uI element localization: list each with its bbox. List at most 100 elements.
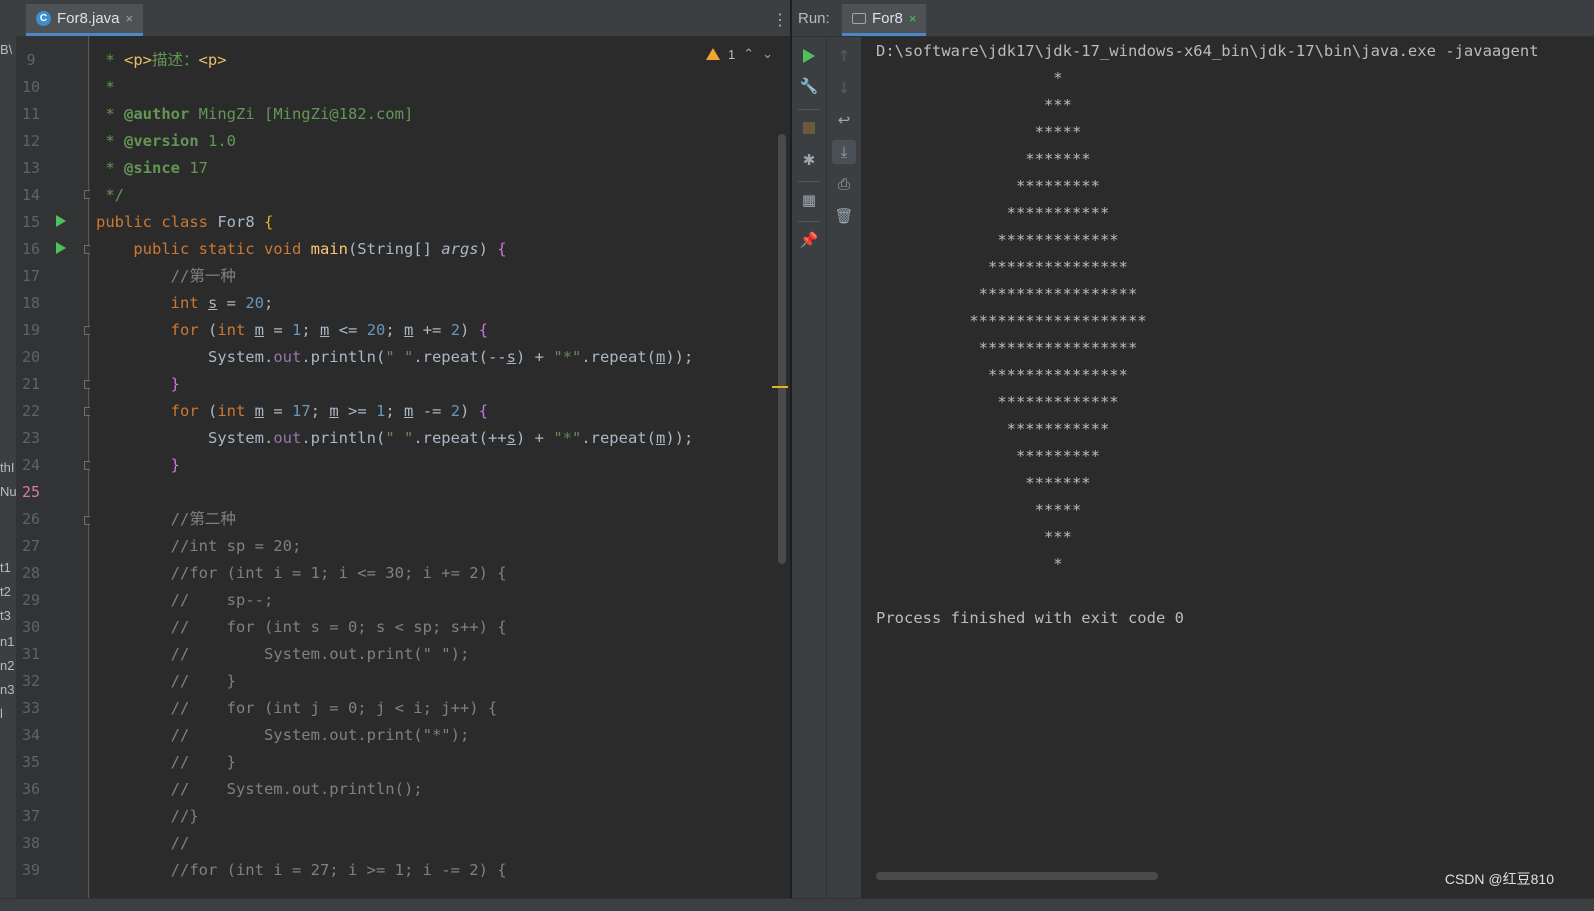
- layout-icon[interactable]: ▦: [800, 191, 818, 209]
- chevron-up-icon[interactable]: ⌃: [743, 46, 754, 62]
- code-line: //for (int i = 1; i <= 30; i += 2) {: [170, 564, 507, 582]
- scroll-to-end-icon[interactable]: ⤓: [832, 140, 856, 164]
- line-number: 38: [21, 834, 41, 852]
- run-toolbar-secondary: ↑ ↓ ↩ ⤓ ⎙ 🗑: [827, 37, 862, 898]
- console-output-line: *: [876, 69, 1063, 87]
- code-line: // for (int j = 0; j < i; j++) {: [170, 699, 498, 717]
- console-output-line: *********: [876, 447, 1100, 465]
- line-number: 33: [21, 699, 41, 717]
- project-fragment: n1: [0, 634, 15, 649]
- console-output-line: *************: [876, 393, 1119, 411]
- run-tab-label: For8: [872, 10, 903, 27]
- stop-icon[interactable]: [800, 119, 818, 137]
- console-output-line: *: [876, 555, 1063, 573]
- pin-icon[interactable]: 📌: [800, 231, 819, 249]
- code-line: */: [96, 186, 124, 204]
- project-fragment: Nu: [0, 484, 16, 499]
- line-number: 39: [21, 861, 41, 879]
- line-number: 21: [21, 375, 41, 393]
- code-line: *: [96, 78, 115, 96]
- line-number: 35: [21, 753, 41, 771]
- code-line: public static void main(String[] args) {: [133, 240, 507, 258]
- project-fragment: B\: [0, 42, 13, 57]
- line-number: 36: [21, 780, 41, 798]
- line-number: 23: [21, 429, 41, 447]
- code-line: }: [170, 375, 180, 393]
- wrench-icon[interactable]: 🔧: [800, 77, 819, 95]
- code-line: * @since 17: [96, 159, 208, 177]
- code-line: int s = 20;: [170, 294, 274, 312]
- tab-run-for8[interactable]: For8 ×: [842, 4, 927, 36]
- console-icon: [852, 13, 866, 24]
- tab-for8-java[interactable]: C For8.java ×: [26, 4, 144, 36]
- console-output-line: ***********: [876, 420, 1110, 438]
- line-number: 34: [21, 726, 41, 744]
- rerun-icon[interactable]: [800, 47, 818, 65]
- soft-wrap-icon[interactable]: ↩: [835, 111, 853, 129]
- code-line: * <p>描述：<p>: [96, 51, 227, 69]
- project-fragment: n2: [0, 658, 15, 673]
- code-line: for (int m = 1; m <= 20; m += 2) {: [170, 321, 489, 339]
- chevron-down-icon[interactable]: ⌄: [762, 46, 773, 62]
- code-line: public class For8 {: [96, 213, 274, 231]
- line-number: 19: [21, 321, 41, 339]
- console-output-line: Process finished with exit code 0: [876, 609, 1184, 627]
- code-line: //int sp = 20;: [170, 537, 302, 555]
- inspection-widget[interactable]: 1 ⌃ ⌄: [706, 46, 773, 62]
- code-line: //第一种: [170, 267, 236, 285]
- run-main-icon[interactable]: [56, 242, 66, 254]
- code-line: //}: [170, 807, 199, 825]
- scrollbar-warning-mark[interactable]: [772, 386, 788, 388]
- line-number: 10: [21, 78, 41, 96]
- console-output-line: *******************: [876, 312, 1147, 330]
- console-output-line: *******: [876, 474, 1091, 492]
- code-editor[interactable]: * <p>描述：<p> * * @author MingZi [MingZi@1…: [90, 36, 790, 898]
- arrow-up-icon[interactable]: ↑: [835, 47, 853, 65]
- toolbar-separator: [798, 181, 820, 182]
- console-command-line: D:\software\jdk17\jdk-17_windows-x64_bin…: [876, 42, 1539, 60]
- arrow-down-icon[interactable]: ↓: [835, 79, 853, 97]
- line-number: 18: [21, 294, 41, 312]
- code-line: //for (int i = 27; i >= 1; i -= 2) {: [170, 861, 507, 879]
- close-icon[interactable]: ×: [126, 11, 134, 26]
- console-output-line: ***************: [876, 258, 1128, 276]
- project-fragment: thI: [0, 460, 15, 475]
- editor-scrollbar[interactable]: [778, 134, 786, 564]
- line-number: 25: [21, 483, 41, 501]
- line-number: 32: [21, 672, 41, 690]
- java-class-icon: C: [36, 11, 51, 26]
- project-fragment: l: [0, 706, 3, 721]
- code-line: // }: [170, 753, 236, 771]
- close-icon[interactable]: ×: [909, 11, 917, 26]
- editor-tab-bar: C For8.java × ⋮: [16, 0, 802, 37]
- run-label: Run:: [798, 10, 830, 27]
- console-horizontal-scrollbar[interactable]: [876, 872, 1158, 880]
- code-line: * @author MingZi [MingZi@182.com]: [96, 105, 414, 123]
- line-number: 30: [21, 618, 41, 636]
- trash-icon[interactable]: 🗑: [834, 207, 853, 225]
- line-number: 20: [21, 348, 41, 366]
- more-options-icon[interactable]: ⋮: [772, 10, 788, 29]
- project-fragment: t1: [0, 560, 11, 575]
- console-output-line: *****: [876, 123, 1082, 141]
- debug-icon[interactable]: ✱: [800, 151, 818, 169]
- project-fragment: t2: [0, 584, 11, 599]
- line-number: 11: [21, 105, 41, 123]
- code-line: }: [170, 456, 180, 474]
- line-number: 22: [21, 402, 41, 420]
- line-number: 12: [21, 132, 41, 150]
- line-number: 15: [21, 213, 41, 231]
- status-bar: [0, 898, 1594, 911]
- warning-count: 1: [728, 46, 736, 62]
- console-output[interactable]: D:\software\jdk17\jdk-17_windows-x64_bin…: [862, 37, 1594, 898]
- console-output-line: ***************: [876, 366, 1128, 384]
- project-fragment: n3: [0, 682, 15, 697]
- code-line: System.out.println(" ".repeat(--s) + "*"…: [96, 348, 694, 366]
- console-output-line: *************: [876, 231, 1119, 249]
- print-icon[interactable]: ⎙: [835, 175, 853, 193]
- run-class-icon[interactable]: [56, 215, 66, 227]
- toolbar-separator: [798, 221, 820, 222]
- warning-icon: [706, 48, 720, 60]
- console-output-line: *********: [876, 177, 1100, 195]
- tab-label: For8.java: [57, 10, 120, 27]
